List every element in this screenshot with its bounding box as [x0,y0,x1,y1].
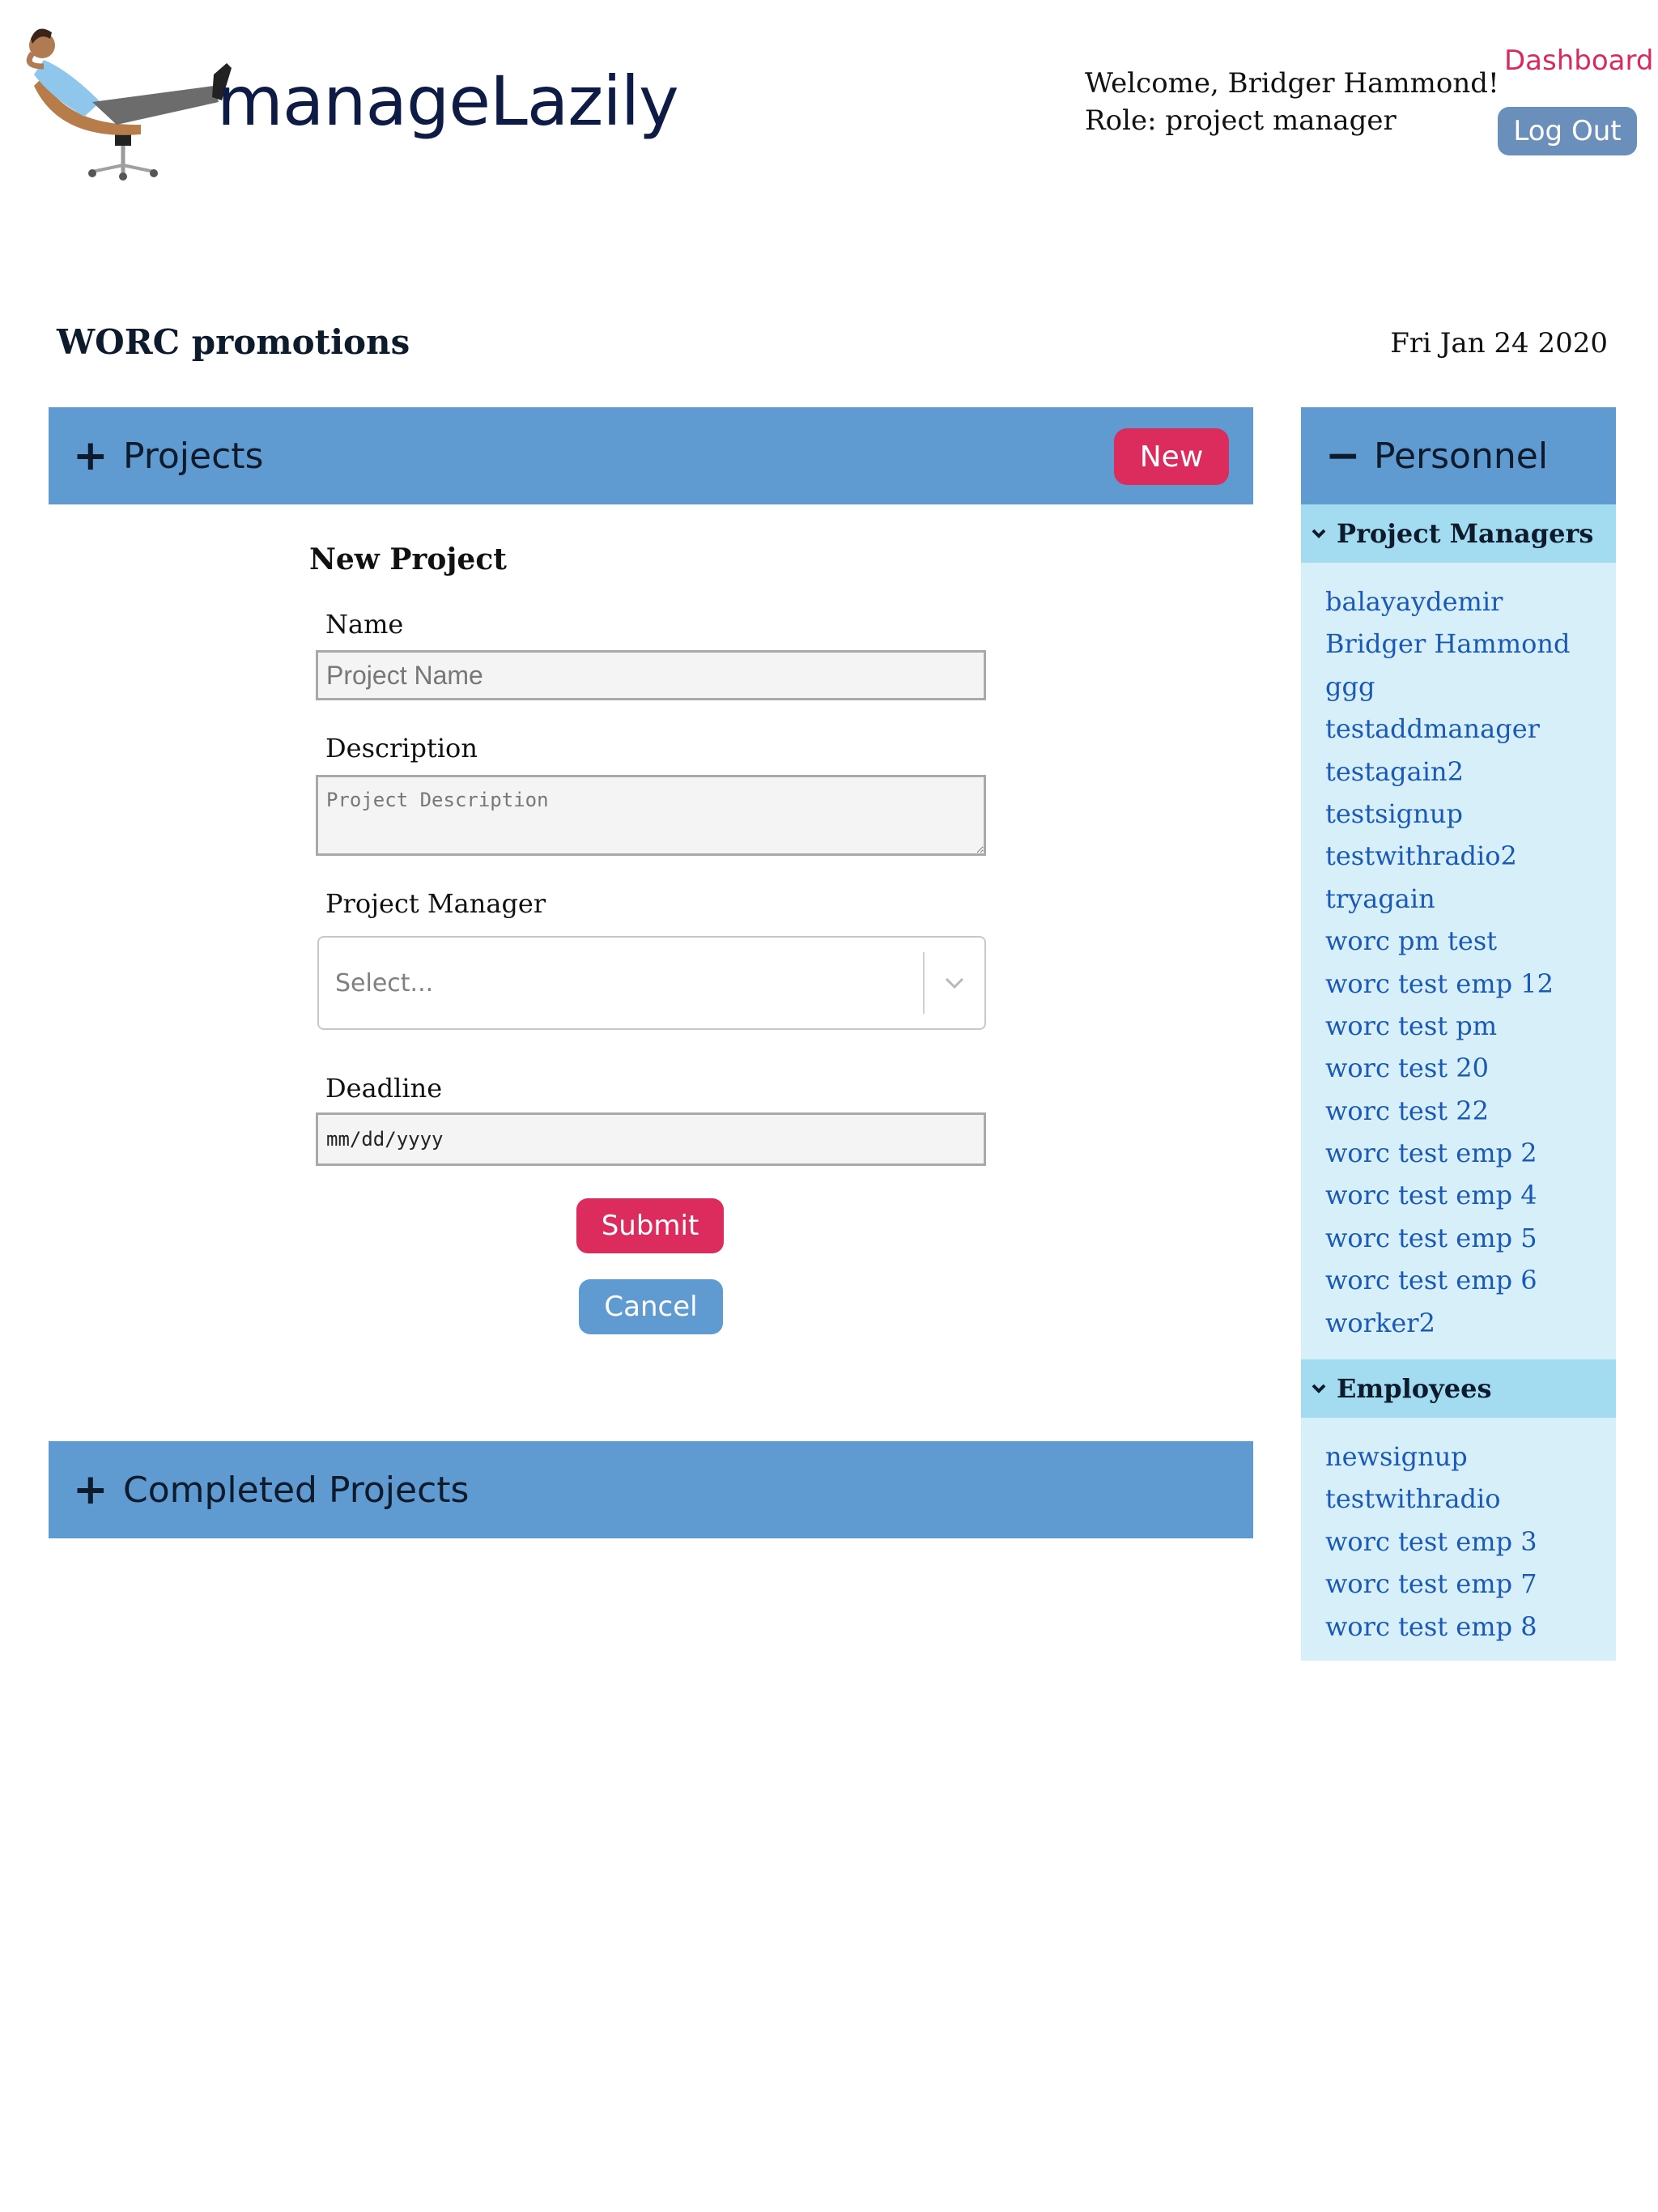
person-link[interactable]: worc test 20 [1325,1053,1489,1083]
project-managers-list: balayaydemir Bridger Hammond ggg testaddman… [1325,581,1570,1344]
submit-button[interactable]: Submit [576,1198,724,1253]
chevron-down-icon [1311,1383,1332,1394]
list-item: worc test emp 5 [1325,1217,1570,1259]
list-item: worc test emp 7 [1325,1563,1537,1605]
person-link[interactable]: testwithradio2 [1325,840,1517,871]
list-item: worc test 22 [1325,1090,1570,1132]
list-item: testwithradio [1325,1478,1537,1520]
list-item: tryagain [1325,878,1570,920]
person-link[interactable]: worc test emp 5 [1325,1223,1537,1253]
projects-panel-header[interactable]: + Projects New [49,407,1253,504]
person-link[interactable]: testsignup [1325,798,1463,829]
description-label: Description [325,733,478,764]
list-item: worc test 20 [1325,1047,1570,1089]
user-welcome: Welcome, Bridger Hammond! Role: project … [1085,65,1499,139]
project-managers-title: Project Managers [1337,518,1594,549]
person-link[interactable]: worc test emp 8 [1325,1611,1537,1642]
app-header: manageLazily Welcome, Bridger Hammond! R… [0,0,1658,194]
person-link[interactable]: worc test pm [1325,1010,1497,1041]
person-link[interactable]: worc test emp 3 [1325,1526,1537,1557]
list-item: testaddmanager [1325,708,1570,750]
person-link[interactable]: Bridger Hammond [1325,628,1570,659]
project-managers-group-header[interactable]: Project Managers [1301,504,1616,563]
project-description-textarea[interactable] [316,775,986,856]
person-link[interactable]: tryagain [1325,883,1435,914]
person-link[interactable]: worc test emp 4 [1325,1180,1537,1210]
list-item: testagain2 [1325,751,1570,793]
person-link[interactable]: worc test emp 7 [1325,1568,1537,1599]
organization-title: WORC promotions [57,322,410,362]
new-project-button[interactable]: New [1114,428,1229,485]
person-link[interactable]: worc test emp 6 [1325,1265,1537,1295]
employees-list: newsignup testwithradio worc test emp 3 wor… [1325,1436,1537,1648]
project-manager-select[interactable]: Select... [317,936,986,1030]
person-link[interactable]: worc test emp 2 [1325,1138,1537,1168]
list-item: worc test emp 12 [1325,963,1570,1005]
person-link[interactable]: worker2 [1325,1308,1435,1338]
list-item: worc pm test [1325,920,1570,962]
current-date: Fri Jan 24 2020 [1390,327,1608,359]
dashboard-link[interactable]: Dashboard [1504,45,1653,77]
logout-button[interactable]: Log Out [1498,107,1637,155]
welcome-text: Welcome, Bridger Hammond! [1085,67,1499,100]
list-item: worc test emp 3 [1325,1521,1537,1563]
person-link[interactable]: newsignup [1325,1441,1468,1472]
deadline-label: Deadline [325,1073,443,1104]
list-item: worc test emp 8 [1325,1606,1537,1648]
collapse-minus-icon[interactable]: − [1325,432,1374,480]
list-item: newsignup [1325,1436,1537,1478]
name-label: Name [325,609,404,640]
person-link[interactable]: worc pm test [1325,925,1497,956]
personnel-title: Personnel [1374,435,1549,477]
expand-plus-icon[interactable]: + [73,432,123,480]
list-item: testsignup [1325,793,1570,835]
list-item: testwithradio2 [1325,835,1570,877]
personnel-panel-header[interactable]: − Personnel [1301,407,1616,504]
list-item: worc test emp 4 [1325,1174,1570,1216]
chevron-down-icon [1311,528,1332,539]
projects-panel-title: Projects [123,435,264,477]
person-link[interactable]: testwithradio [1325,1483,1501,1514]
person-link[interactable]: worc test 22 [1325,1095,1489,1126]
completed-projects-panel-header[interactable]: + Completed Projects [49,1441,1253,1538]
role-text: Role: project manager [1085,104,1397,137]
person-link[interactable]: testagain2 [1325,756,1464,787]
person-link[interactable]: worc test emp 12 [1325,968,1554,999]
completed-projects-title: Completed Projects [123,1469,470,1511]
list-item: worker2 [1325,1302,1570,1344]
project-manager-label: Project Manager [325,888,546,919]
select-placeholder: Select... [335,968,434,998]
expand-plus-icon[interactable]: + [73,1465,123,1514]
employees-group-header[interactable]: Employees [1301,1359,1616,1418]
list-item: ggg [1325,666,1570,708]
date-format-placeholder: mm/dd/yyyy [326,1128,444,1151]
project-name-input[interactable] [316,650,986,700]
personnel-panel: − Personnel Project Managers balayaydemi… [1301,407,1616,1661]
list-item: Bridger Hammond [1325,623,1570,665]
person-link[interactable]: testaddmanager [1325,713,1540,744]
new-project-form-title: New Project [309,542,507,576]
employees-title: Employees [1337,1373,1492,1404]
person-link[interactable]: balayaydemir [1325,586,1503,617]
cancel-button[interactable]: Cancel [579,1279,723,1334]
person-link[interactable]: ggg [1325,671,1375,702]
list-item: worc test pm [1325,1005,1570,1047]
list-item: worc test emp 2 [1325,1132,1570,1174]
list-item: balayaydemir [1325,581,1570,623]
list-item: worc test emp 6 [1325,1259,1570,1301]
chevron-down-icon[interactable] [925,976,984,989]
app-name-logo: manageLazily [217,62,679,141]
deadline-date-input[interactable]: mm/dd/yyyy [316,1112,986,1166]
